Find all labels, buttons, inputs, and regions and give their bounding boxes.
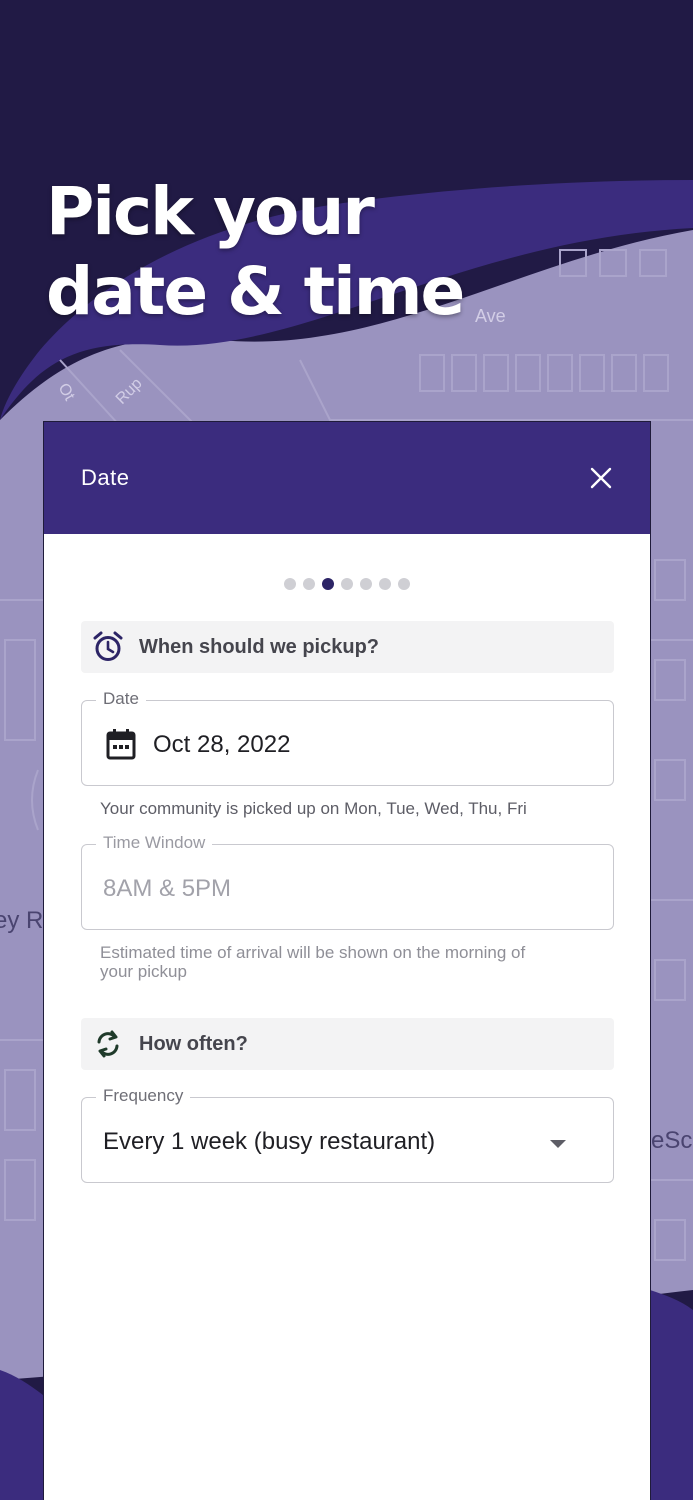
- step-dot: [398, 578, 410, 590]
- modal-header: Date: [44, 422, 650, 534]
- step-dot: [284, 578, 296, 590]
- time-window-legend: Time Window: [96, 833, 213, 853]
- alarm-clock-icon: [91, 630, 125, 664]
- calendar-icon: [106, 728, 136, 765]
- frequency-legend: Frequency: [96, 1086, 191, 1106]
- time-helper-text: Estimated time of arrival will be shown …: [100, 943, 526, 981]
- step-dot-active: [322, 578, 334, 590]
- step-dot: [303, 578, 315, 590]
- pickup-section-label: When should we pickup?: [139, 635, 379, 658]
- close-button[interactable]: [586, 463, 616, 493]
- hero-title: Pick your date & time: [46, 173, 465, 330]
- svg-text:eSc: eSc: [651, 1127, 692, 1154]
- often-section-header: How often?: [81, 1018, 614, 1070]
- date-modal: Date When should we pickup? Date Oct 28,…: [43, 421, 651, 1500]
- modal-title: Date: [81, 465, 130, 490]
- refresh-icon: [91, 1027, 125, 1061]
- date-helper-text: Your community is picked up on Mon, Tue,…: [100, 799, 527, 818]
- date-field[interactable]: Date Oct 28, 2022: [81, 689, 614, 786]
- often-section-label: How often?: [139, 1032, 248, 1055]
- step-dot: [341, 578, 353, 590]
- step-indicator: [44, 578, 650, 590]
- time-window-field[interactable]: Time Window 8AM & 5PM: [81, 833, 614, 930]
- svg-text:ey R: ey R: [0, 907, 43, 934]
- step-dot: [360, 578, 372, 590]
- map-street-label: Ave: [475, 306, 506, 326]
- pickup-section-header: When should we pickup?: [81, 621, 614, 673]
- date-field-value: Oct 28, 2022: [153, 731, 291, 758]
- time-window-value: 8AM & 5PM: [103, 875, 232, 902]
- step-dot: [379, 578, 391, 590]
- date-field-legend: Date: [96, 689, 146, 709]
- frequency-select[interactable]: Frequency Every 1 week (busy restaurant): [81, 1086, 614, 1183]
- frequency-value: Every 1 week (busy restaurant): [103, 1128, 436, 1155]
- close-icon: [590, 467, 612, 489]
- dropdown-arrow-icon[interactable]: [549, 1136, 567, 1154]
